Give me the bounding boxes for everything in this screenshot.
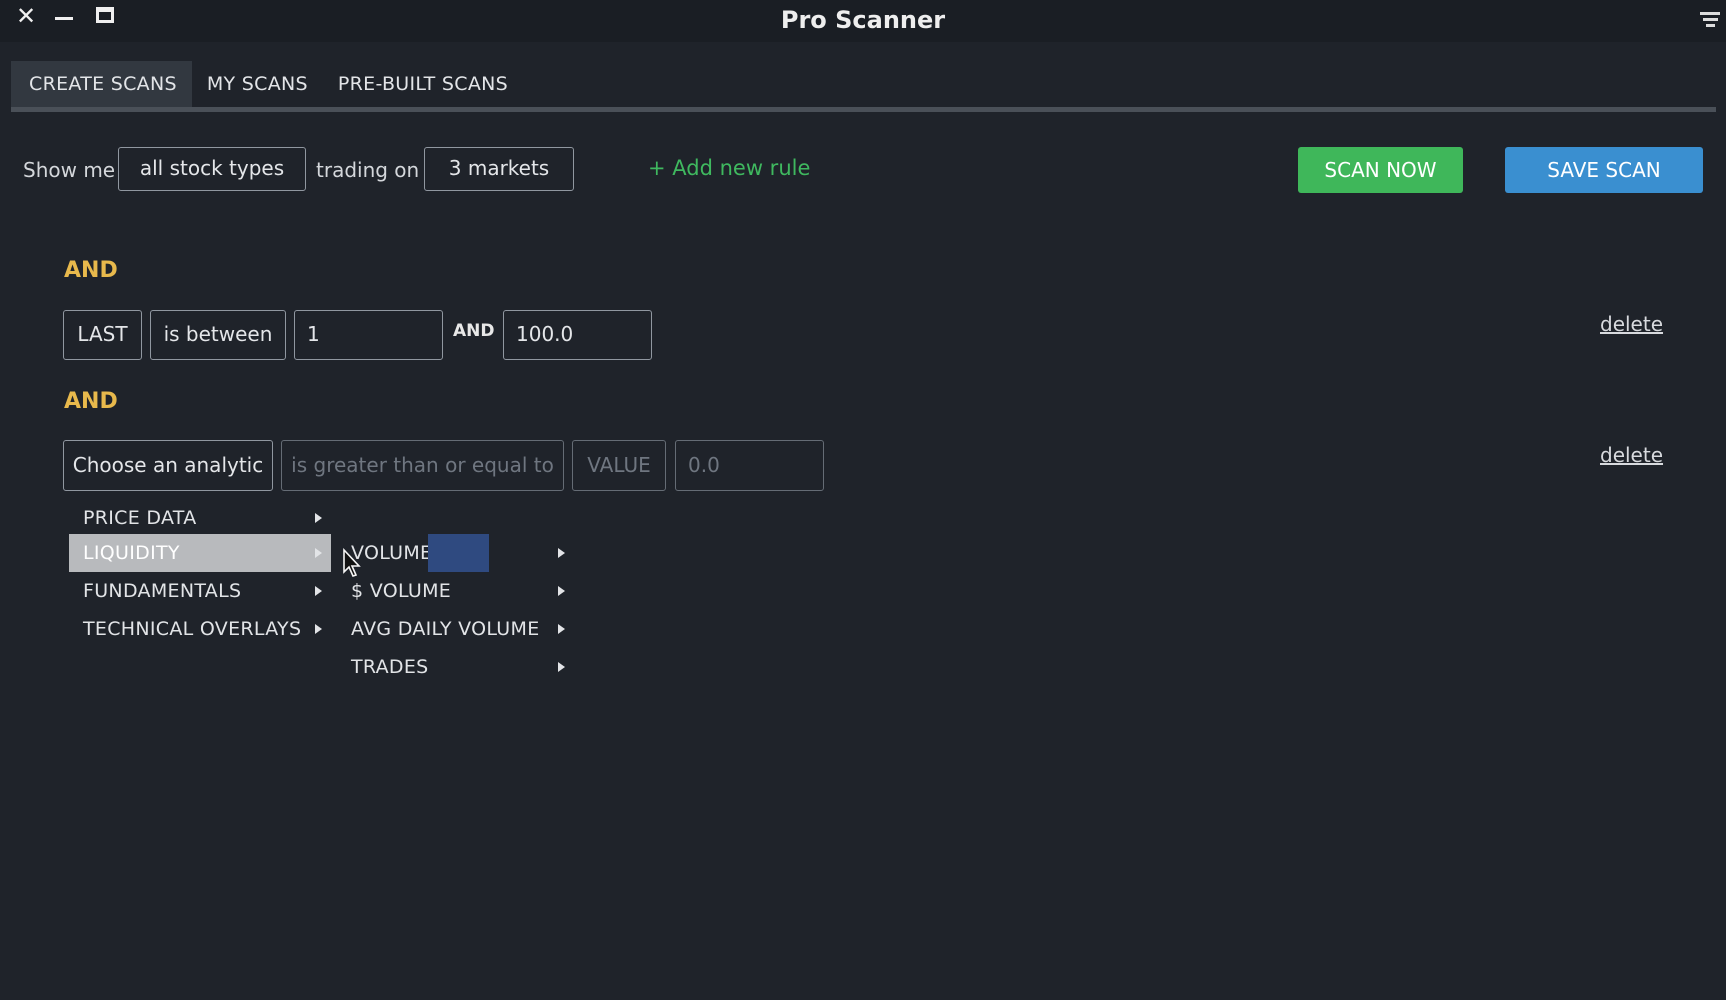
menu-item-liquidity[interactable]: LIQUIDITY — [69, 534, 331, 572]
operator-dropdown[interactable]: is greater than or equal to — [281, 440, 564, 491]
title-bar: ✕ Pro Scanner — [0, 0, 1726, 42]
chevron-right-icon — [558, 662, 565, 672]
min-value-input[interactable]: 1 — [294, 310, 443, 360]
analytic-category-menu: PRICE DATA LIQUIDITY FUNDAMENTALS TECHNI… — [69, 499, 331, 649]
menu-item-label: $ VOLUME — [351, 580, 452, 602]
value-type-dropdown[interactable]: VALUE — [572, 440, 666, 491]
add-new-rule-link[interactable]: + Add new rule — [648, 156, 810, 180]
chevron-right-icon — [315, 624, 322, 634]
chevron-right-icon — [558, 548, 565, 558]
tab-pre-built-scans[interactable]: PRE-BUILT SCANS — [323, 61, 523, 107]
menu-item-technical-overlays[interactable]: TECHNICAL OVERLAYS — [69, 610, 331, 648]
scan-now-button[interactable]: SCAN NOW — [1298, 147, 1463, 193]
menu-item-label: VOLUME — [351, 542, 433, 564]
menu-item-price-data[interactable]: PRICE DATA — [69, 499, 331, 537]
window-title: Pro Scanner — [780, 6, 946, 34]
save-scan-button[interactable]: SAVE SCAN — [1505, 147, 1703, 193]
chevron-right-icon — [558, 586, 565, 596]
analytic-dropdown[interactable]: LAST — [63, 310, 142, 360]
tab-underline — [11, 107, 1716, 112]
menu-item-label: AVG DAILY VOLUME — [351, 618, 540, 640]
menu-item-label: PRICE DATA — [83, 507, 197, 529]
menu-item-label: TRADES — [351, 656, 429, 678]
chevron-right-icon — [315, 513, 322, 523]
show-me-label: Show me — [23, 158, 116, 182]
trading-on-label: trading on — [316, 158, 420, 182]
hover-highlight — [428, 534, 489, 572]
rule-connector: AND — [64, 389, 118, 414]
menu-item-fundamentals[interactable]: FUNDAMENTALS — [69, 572, 331, 610]
chevron-right-icon — [558, 624, 565, 634]
choose-analytic-dropdown[interactable]: Choose an analytic — [63, 440, 273, 491]
chevron-right-icon — [315, 586, 322, 596]
operator-dropdown[interactable]: is between — [150, 310, 286, 360]
rule-connector: AND — [64, 258, 118, 283]
menu-item-label: LIQUIDITY — [83, 542, 180, 564]
tab-create-scans[interactable]: CREATE SCANS — [11, 61, 192, 107]
menu-item-label: TECHNICAL OVERLAYS — [83, 618, 302, 640]
submenu-item-avg-daily-volume[interactable]: AVG DAILY VOLUME — [332, 610, 589, 648]
hamburger-icon[interactable] — [1700, 12, 1720, 28]
max-value-input[interactable]: 100.0 — [503, 310, 652, 360]
tab-bar: CREATE SCANS MY SCANS PRE-BUILT SCANS — [11, 61, 523, 107]
submenu-item-trades[interactable]: TRADES — [332, 648, 589, 686]
menu-item-label: FUNDAMENTALS — [83, 580, 242, 602]
chevron-right-icon — [315, 548, 322, 558]
delete-rule-link[interactable]: delete — [1600, 312, 1663, 336]
value-input[interactable]: 0.0 — [675, 440, 824, 491]
delete-rule-link[interactable]: delete — [1600, 443, 1663, 467]
markets-dropdown[interactable]: 3 markets — [424, 147, 574, 191]
mouse-cursor-icon — [343, 548, 361, 577]
between-and-label: AND — [453, 321, 495, 341]
submenu-item-dollar-volume[interactable]: $ VOLUME — [332, 572, 589, 610]
stock-types-dropdown[interactable]: all stock types — [118, 147, 306, 191]
tab-my-scans[interactable]: MY SCANS — [192, 61, 323, 107]
